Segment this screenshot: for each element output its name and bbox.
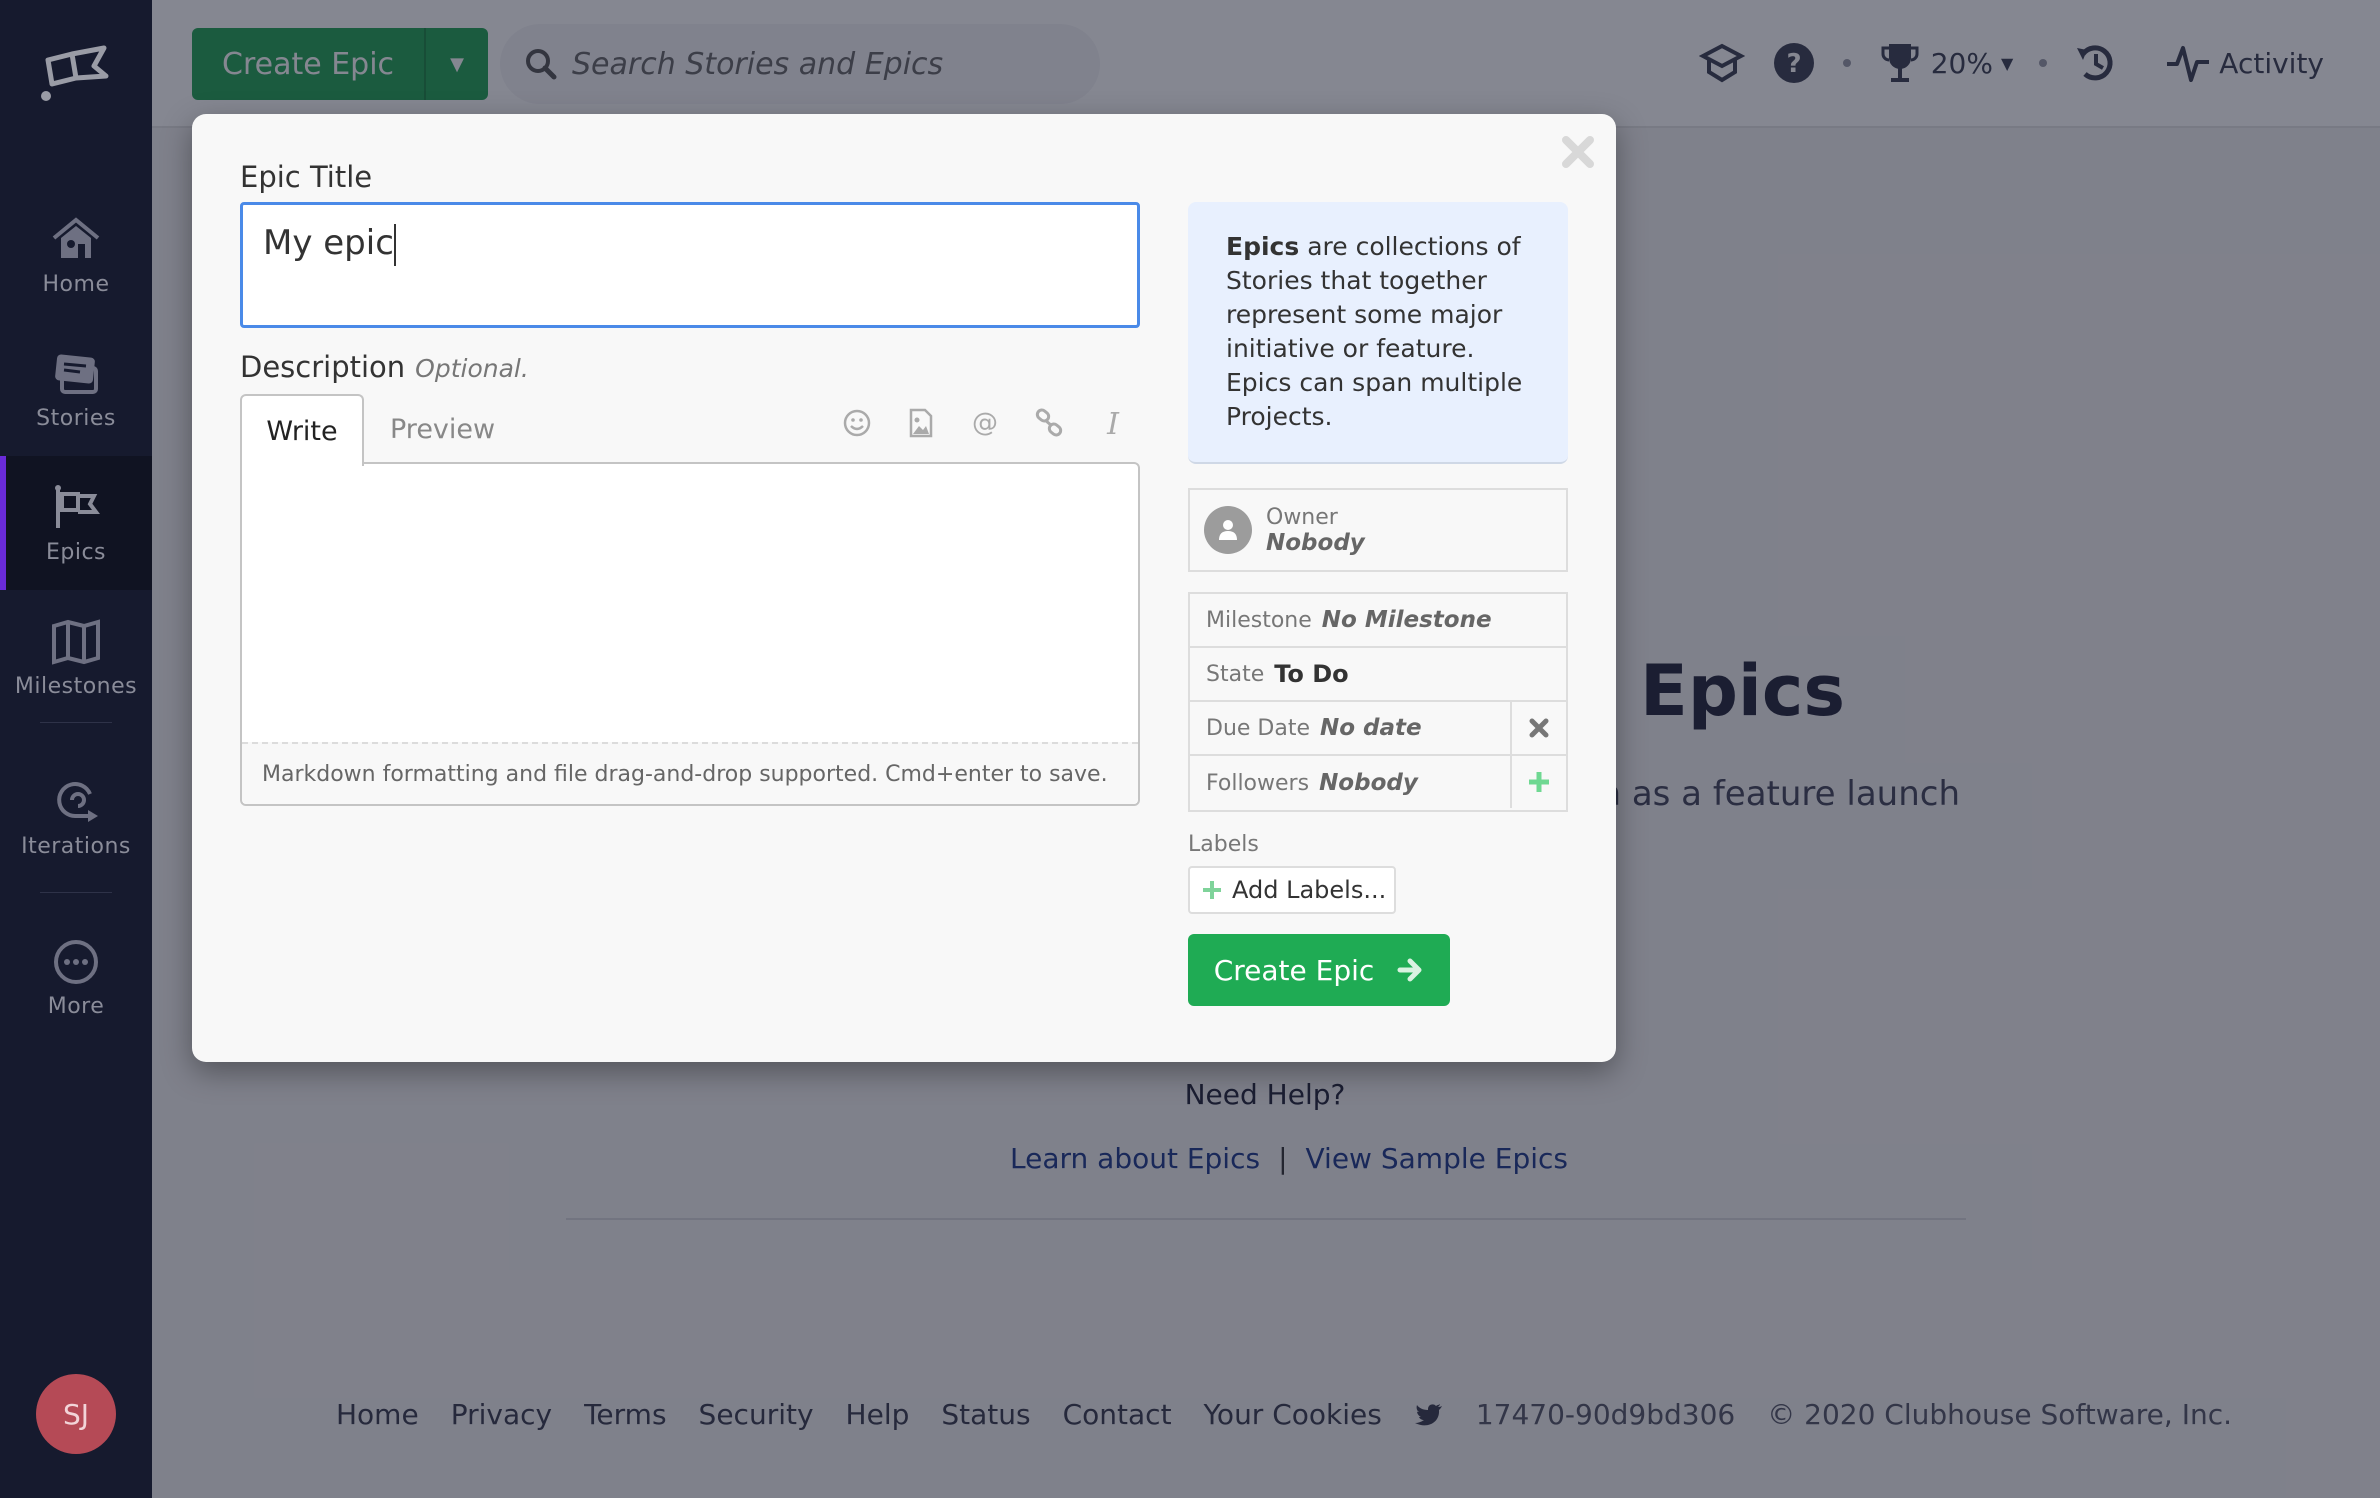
plus-icon <box>1529 772 1549 792</box>
user-icon <box>1219 520 1237 540</box>
labels-label: Labels <box>1188 832 1259 857</box>
svg-text:I: I <box>1106 407 1120 440</box>
sidebar-divider <box>40 722 112 723</box>
owner-label: Owner <box>1266 504 1338 530</box>
italic-icon[interactable]: I <box>1096 406 1130 440</box>
link-icon[interactable] <box>1032 406 1066 440</box>
epic-title-input[interactable]: My epic <box>240 202 1140 328</box>
owner-avatar-icon <box>1204 506 1252 554</box>
close-icon[interactable] <box>1558 132 1598 172</box>
markdown-toolbar: @ I <box>840 406 1130 440</box>
clear-x-icon <box>1529 718 1549 738</box>
description-label-text: Description <box>240 350 406 384</box>
tab-write[interactable]: Write <box>240 394 364 466</box>
clubhouse-logo-icon[interactable] <box>36 40 116 110</box>
sidebar-item-epics[interactable]: Epics <box>0 456 152 590</box>
description-editor: Markdown formatting and file drag-and-dr… <box>240 462 1140 806</box>
arrow-right-icon <box>1397 958 1422 982</box>
sidebar-item-iterations[interactable]: Iterations <box>0 750 152 884</box>
epic-title-label: Epic Title <box>240 160 373 194</box>
image-upload-icon[interactable] <box>904 406 938 440</box>
sidebar-item-label: More <box>47 993 105 1019</box>
optional-hint: Optional. <box>415 354 529 383</box>
epics-flag-icon <box>55 484 100 528</box>
field-value: To Do <box>1274 660 1349 688</box>
add-follower-button[interactable] <box>1510 756 1566 808</box>
sidebar-item-stories[interactable]: Stories <box>0 322 152 456</box>
description-textarea[interactable] <box>242 464 1138 740</box>
state-field[interactable]: State To Do <box>1190 648 1566 702</box>
field-label: State <box>1206 661 1265 687</box>
sidebar-item-more[interactable]: More <box>0 910 152 1044</box>
more-dots-icon <box>54 939 98 984</box>
tab-preview[interactable]: Preview <box>390 394 495 464</box>
plus-icon <box>1203 881 1221 899</box>
epic-fields: Milestone No Milestone State To Do Due D… <box>1188 592 1568 812</box>
field-label: Followers <box>1206 770 1310 796</box>
sidebar-item-label: Milestones <box>14 673 138 699</box>
iterations-icon <box>57 781 98 822</box>
sidebar: Home Stories Epics Milestones Iterations… <box>0 0 152 1498</box>
home-icon <box>52 216 100 258</box>
text-cursor <box>393 223 396 266</box>
epics-info-box: Epics are collections of Stories that to… <box>1188 202 1568 464</box>
field-label: Due Date <box>1206 715 1310 741</box>
svg-text:@: @ <box>972 408 998 438</box>
owner-value: Nobody <box>1266 529 1365 556</box>
emoji-icon[interactable] <box>840 406 874 440</box>
create-epic-submit-button[interactable]: Create Epic <box>1188 934 1450 1006</box>
create-epic-dialog: Epic Title My epic Description Optional. … <box>192 114 1616 1062</box>
field-value: No date <box>1320 715 1422 741</box>
description-label: Description Optional. <box>240 350 529 384</box>
sidebar-item-label: Epics <box>45 539 107 565</box>
owner-selector[interactable]: Owner Nobody <box>1188 488 1568 572</box>
epic-title-value: My epic <box>263 223 394 263</box>
add-labels-button[interactable]: Add Labels... <box>1188 866 1396 914</box>
sidebar-divider <box>40 892 112 893</box>
sidebar-item-label: Stories <box>36 405 116 431</box>
user-avatar[interactable]: SJ <box>36 1374 116 1454</box>
clear-due-date-button[interactable] <box>1510 702 1566 754</box>
sidebar-item-label: Home <box>42 271 110 297</box>
submit-label: Create Epic <box>1213 953 1375 987</box>
sidebar-item-home[interactable]: Home <box>0 188 152 322</box>
mention-icon[interactable]: @ <box>968 406 1002 440</box>
field-value: Nobody <box>1319 770 1418 796</box>
field-value: No Milestone <box>1321 607 1492 633</box>
add-labels-text: Add Labels... <box>1232 876 1387 904</box>
editor-tabs: Write Preview @ I <box>240 394 1140 466</box>
milestone-field[interactable]: Milestone No Milestone <box>1190 594 1566 648</box>
editor-hint: Markdown formatting and file drag-and-dr… <box>242 742 1138 804</box>
owner-text: Owner Nobody <box>1266 505 1365 556</box>
due-date-field[interactable]: Due Date No date <box>1190 702 1566 756</box>
stories-icon <box>55 353 98 394</box>
map-icon <box>52 618 100 665</box>
info-text: are collections of Stories that together… <box>1226 232 1523 431</box>
info-bold: Epics <box>1226 232 1300 261</box>
sidebar-item-milestones[interactable]: Milestones <box>0 590 152 724</box>
field-label: Milestone <box>1206 607 1312 633</box>
followers-field[interactable]: Followers Nobody <box>1190 756 1566 810</box>
sidebar-item-label: Iterations <box>21 833 131 859</box>
